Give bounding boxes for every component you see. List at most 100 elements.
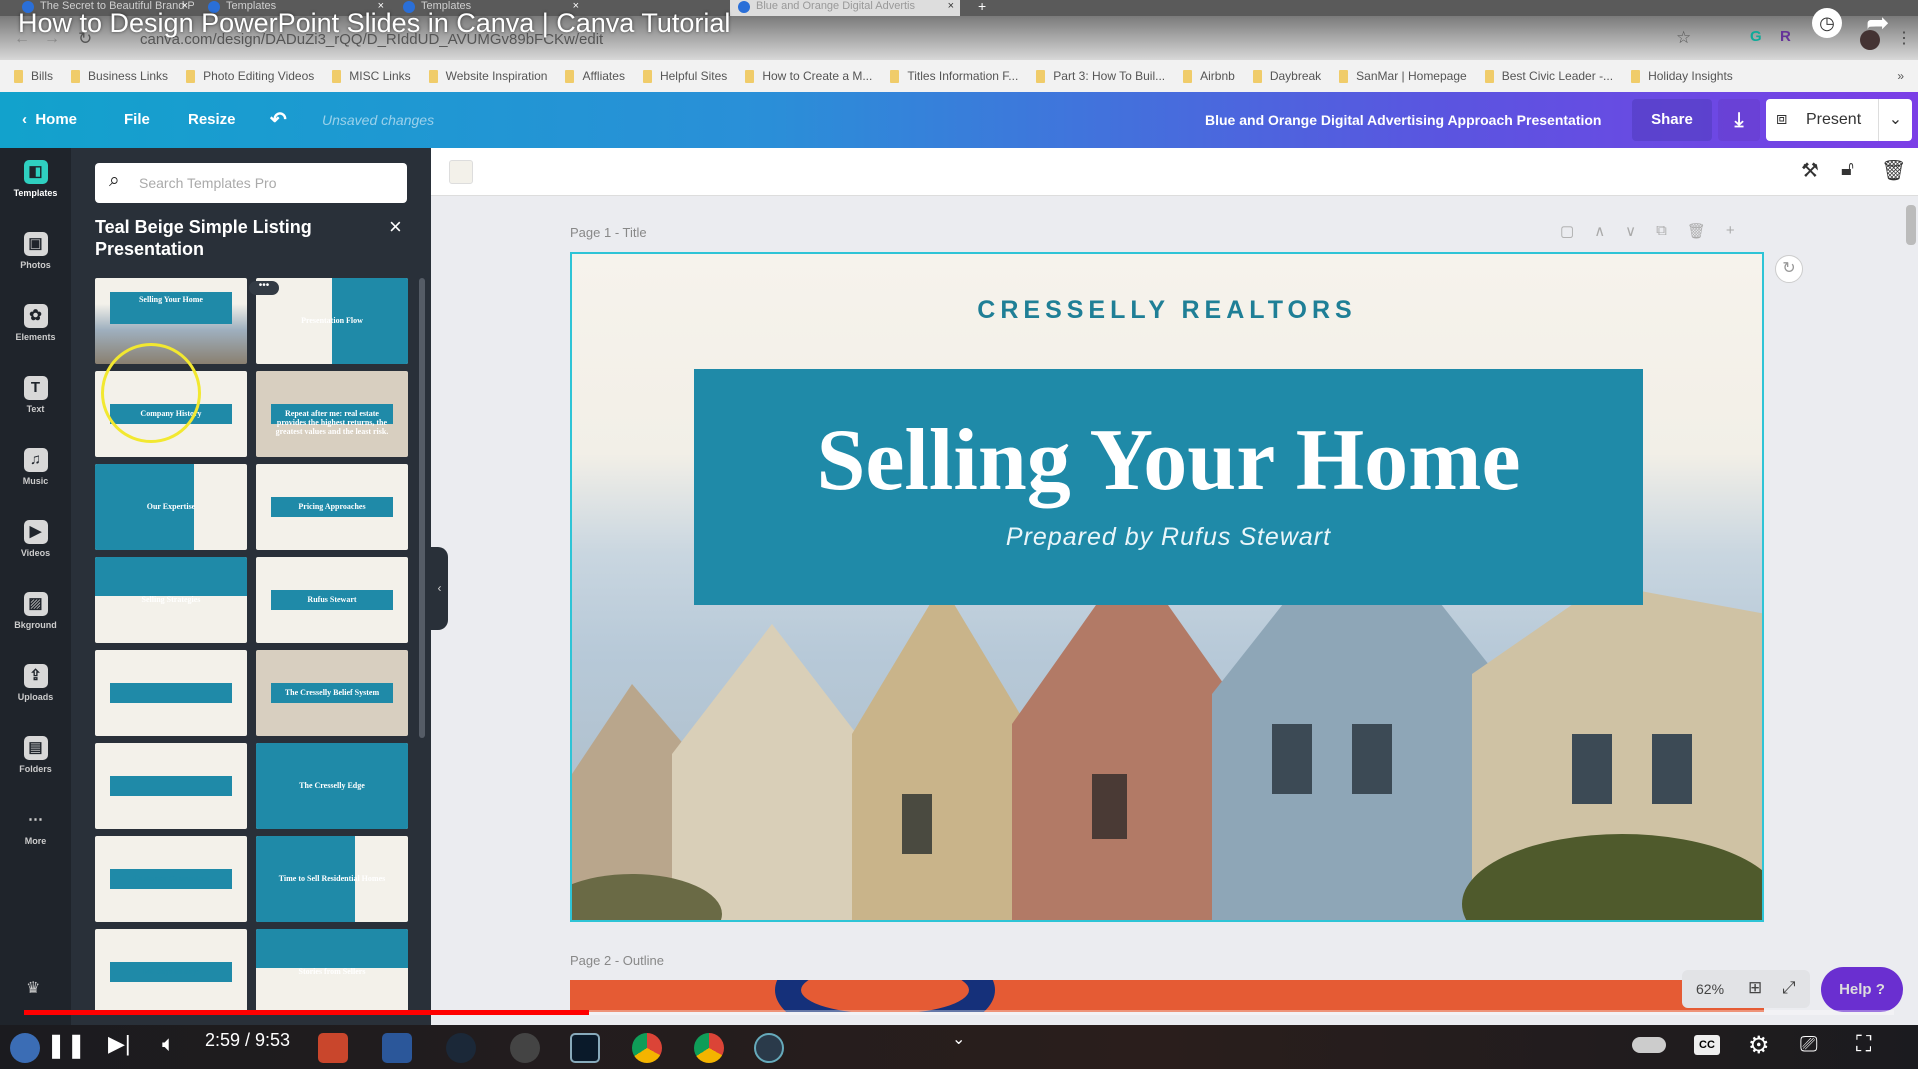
bookmark-item[interactable]: SanMar | Homepage — [1339, 69, 1467, 83]
rotate-icon[interactable]: ↻ — [1775, 255, 1803, 283]
browser-tab-active[interactable]: Blue and Orange Digital Advertis × — [730, 0, 960, 16]
fullscreen-icon[interactable]: ⛶ — [1856, 1031, 1871, 1057]
next-icon[interactable]: ▶| — [108, 1031, 131, 1057]
bookmark-item[interactable]: Photo Editing Videos — [186, 69, 314, 83]
trash-icon[interactable]: 🗑︎ — [1687, 222, 1706, 240]
template-thumbnail[interactable] — [95, 743, 247, 829]
bookmark-item[interactable]: Daybreak — [1252, 69, 1321, 83]
more-bookmarks[interactable]: » — [1897, 69, 1904, 83]
background-color-swatch[interactable] — [449, 160, 473, 184]
sidebar-item-text[interactable]: T Text — [0, 364, 71, 436]
home-button[interactable]: ‹ Home — [22, 92, 77, 148]
grammarly-icon[interactable]: G — [1750, 28, 1762, 45]
template-thumbnail[interactable]: Stories from Sellers — [256, 929, 408, 1015]
share-arrow-icon[interactable]: ➦ — [1866, 6, 1889, 39]
move-up-icon[interactable]: ∧ — [1594, 222, 1605, 240]
zoom-level[interactable]: 62% — [1696, 981, 1724, 997]
sidebar-item-elements[interactable]: ✿ Elements — [0, 292, 71, 364]
share-button[interactable]: Share — [1632, 99, 1712, 141]
present-button[interactable]: ⧈ Present ⌄ — [1766, 99, 1912, 141]
slide-title[interactable]: Selling Your Home — [694, 411, 1643, 511]
word-icon[interactable] — [382, 1033, 412, 1063]
steam-icon[interactable] — [446, 1033, 476, 1063]
template-thumbnail[interactable]: 140 days 68 days — [95, 929, 247, 1015]
chevron-down-icon[interactable]: ⌄ — [1878, 99, 1912, 141]
template-thumbnail[interactable]: Our Expertise — [95, 464, 247, 550]
lock-icon[interactable]: 🔓︎ — [1841, 158, 1854, 181]
bookmark-item[interactable]: Best Civic Leader -... — [1484, 69, 1613, 83]
trash-icon[interactable]: 🗑︎ — [1881, 158, 1906, 183]
help-button[interactable]: Help ? — [1821, 967, 1903, 1012]
template-thumbnail[interactable]: Selling Strategies — [95, 557, 247, 643]
bookmark-item[interactable]: Airbnb — [1183, 69, 1235, 83]
sidebar-item-videos[interactable]: ▶ Videos — [0, 508, 71, 580]
extension-icon[interactable]: R — [1780, 28, 1791, 45]
captions-icon[interactable]: CC — [1694, 1035, 1720, 1055]
add-page-icon[interactable]: + — [1726, 222, 1735, 240]
template-thumbnail[interactable]: Repeat after me: real estate provides th… — [256, 371, 408, 457]
paint-roller-icon[interactable]: ⚒ — [1801, 158, 1819, 183]
download-icon[interactable]: ⤓ — [1718, 99, 1760, 141]
fullscreen-icon[interactable]: ⤢ — [1782, 978, 1796, 998]
panel-scrollbar[interactable] — [419, 278, 425, 738]
duplicate-icon[interactable]: ⧉ — [1656, 222, 1667, 240]
bookmark-item[interactable]: Bills — [14, 69, 53, 83]
collapse-panel-button[interactable]: ‹ — [431, 547, 448, 630]
canvas-scrollbar[interactable] — [1906, 205, 1916, 245]
chrome-icon[interactable] — [694, 1033, 724, 1063]
chevron-down-icon[interactable]: ⌄ — [952, 1029, 965, 1049]
undo-icon[interactable]: ↶ — [270, 92, 287, 148]
volume-icon[interactable]: 🔈︎ — [162, 1031, 175, 1057]
app-icon[interactable] — [754, 1033, 784, 1063]
template-thumbnail[interactable]: Customer Guarantees — [95, 836, 247, 922]
template-thumbnail[interactable]: Rufus Stewart — [256, 557, 408, 643]
crown-icon[interactable]: ♛ — [26, 978, 40, 998]
bookmark-item[interactable]: Helpful Sites — [642, 69, 727, 83]
close-icon[interactable]: × — [389, 214, 402, 240]
sidebar-item-folders[interactable]: ▤ Folders — [0, 724, 71, 796]
slide-subtitle[interactable]: Prepared by Rufus Stewart — [694, 523, 1643, 552]
file-menu[interactable]: File — [124, 92, 150, 148]
notes-icon[interactable]: ▢ — [1560, 222, 1574, 240]
bookmark-item[interactable]: Part 3: How To Buil... — [1036, 69, 1165, 83]
sidebar-item-templates[interactable]: ◧ Templates — [0, 148, 71, 220]
slide-brand[interactable]: CRESSELLY REALTORS — [572, 296, 1762, 325]
resize-button[interactable]: Resize — [188, 92, 236, 148]
title-box[interactable]: Selling Your Home Prepared by Rufus Stew… — [694, 369, 1643, 605]
chrome-icon[interactable] — [632, 1033, 662, 1063]
search-input[interactable] — [95, 163, 407, 203]
template-thumbnail[interactable]: The Cresselly Edge — [256, 743, 408, 829]
bookmark-item[interactable]: Titles Information F... — [890, 69, 1018, 83]
template-thumbnail[interactable] — [95, 650, 247, 736]
powerpoint-icon[interactable] — [318, 1033, 348, 1063]
template-thumbnail[interactable]: The Cresselly Belief System — [256, 650, 408, 736]
slide-page-1[interactable]: CRESSELLY REALTORS Selling Your Home Pre… — [570, 252, 1764, 922]
grid-view-icon[interactable]: ⊞ — [1748, 978, 1762, 998]
pause-icon[interactable]: ❚❚ — [46, 1031, 86, 1060]
menu-icon[interactable]: ⋮ — [1896, 28, 1912, 48]
video-progress-bar[interactable] — [24, 1010, 1894, 1015]
sidebar-item-uploads[interactable]: ⇪ Uploads — [0, 652, 71, 724]
more-options-icon[interactable]: ••• — [249, 281, 279, 295]
template-thumbnail[interactable]: Time to Sell Residential Homes — [256, 836, 408, 922]
bookmark-item[interactable]: How to Create a M... — [745, 69, 872, 83]
app-icon[interactable] — [510, 1033, 540, 1063]
watch-later-icon[interactable]: ◷ — [1812, 8, 1842, 38]
close-icon[interactable]: × — [948, 0, 954, 13]
bookmark-item[interactable]: Affliates — [565, 69, 625, 83]
new-tab-button[interactable]: + — [970, 0, 996, 16]
cast-icon[interactable]: ⎚ — [1800, 1031, 1818, 1057]
bookmark-item[interactable]: MISC Links — [332, 69, 411, 83]
document-title[interactable]: Blue and Orange Digital Advertising Appr… — [1205, 92, 1601, 148]
start-icon[interactable] — [10, 1033, 40, 1063]
sidebar-item-more[interactable]: ⋯ More — [0, 796, 71, 868]
move-down-icon[interactable]: ∨ — [1625, 222, 1636, 240]
autoplay-toggle[interactable] — [1632, 1037, 1666, 1053]
settings-icon[interactable]: ⚙ — [1748, 1031, 1770, 1060]
slide-page-2[interactable] — [570, 980, 1764, 1012]
bookmark-item[interactable]: Holiday Insights — [1631, 69, 1733, 83]
star-icon[interactable]: ☆ — [1676, 28, 1691, 48]
sidebar-item-photos[interactable]: ▣ Photos — [0, 220, 71, 292]
template-thumbnail[interactable]: Pricing Approaches — [256, 464, 408, 550]
bookmark-item[interactable]: Website Inspiration — [428, 69, 547, 83]
